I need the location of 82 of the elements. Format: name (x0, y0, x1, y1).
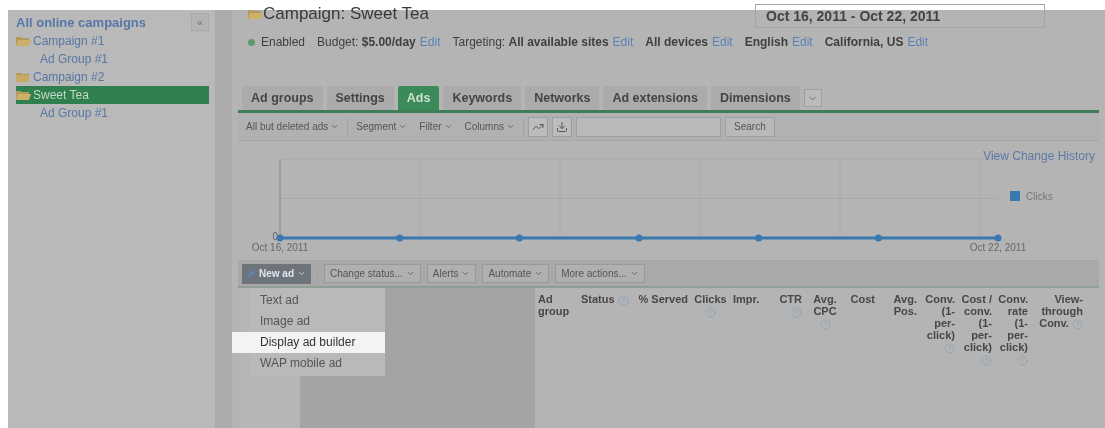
campaign-item[interactable]: Campaign #1 (16, 32, 209, 50)
search-button[interactable]: Search (725, 116, 775, 137)
caret-icon (534, 269, 544, 278)
column-header[interactable]: Cost / conv. (1-per-click) (958, 288, 995, 428)
legend-label: Clicks (1026, 191, 1053, 202)
column-header[interactable]: Ad group (535, 288, 578, 428)
column-header[interactable]: Cost (845, 288, 878, 428)
help-icon[interactable] (944, 342, 955, 354)
caret-icon (330, 122, 340, 131)
action-button[interactable]: Alerts (426, 264, 477, 283)
column-header[interactable]: Conv. (1-per-click) (920, 288, 958, 428)
help-icon[interactable] (791, 306, 802, 318)
setting-text: All devices (645, 35, 708, 49)
action-button[interactable]: More actions... (555, 264, 645, 283)
campaign-title: Campaign: Sweet Tea (263, 4, 429, 24)
open-folder-icon (16, 35, 31, 47)
column-header[interactable]: Status (578, 288, 635, 428)
search-field[interactable] (576, 116, 721, 137)
download-button[interactable] (552, 116, 572, 137)
column-header[interactable]: CTR (763, 288, 805, 428)
status-label: Enabled (261, 35, 306, 49)
tab[interactable]: Settings (326, 86, 394, 110)
caret-icon (398, 122, 408, 131)
date-range-field[interactable]: Oct 16, 2011 - Oct 22, 2011 (755, 4, 1045, 28)
collapse-button[interactable]: « (191, 13, 209, 31)
pencil-icon (247, 269, 256, 278)
tab[interactable]: Dimensions (710, 86, 800, 110)
filter-menu[interactable]: Segment (352, 121, 412, 132)
legend-swatch (1010, 191, 1020, 201)
folder-icon (16, 71, 31, 83)
menu-item[interactable]: WAP mobile ad (250, 353, 385, 374)
help-icon[interactable] (981, 354, 992, 366)
menu-item[interactable]: Text ad (250, 290, 385, 311)
campaign-item[interactable]: Sweet Tea (16, 86, 209, 104)
setting-text: Targeting: All available sites (452, 35, 609, 49)
help-icon[interactable] (705, 306, 716, 318)
setting-text: English (744, 35, 788, 49)
download-icon (556, 120, 568, 133)
ad-group-item[interactable]: Ad Group #1 (16, 50, 209, 68)
menu-item[interactable]: Image ad (250, 311, 385, 332)
ad-group-item[interactable]: Ad Group #1 (16, 104, 209, 122)
help-icon[interactable] (617, 294, 629, 306)
action-button[interactable]: Automate (482, 264, 550, 283)
new-ad-button[interactable]: New ad (242, 263, 311, 284)
caret-icon (405, 269, 415, 278)
filter-menu[interactable]: Columns (460, 121, 519, 132)
filter-menu[interactable]: Filter (415, 121, 457, 132)
open-folder-icon (248, 8, 263, 20)
tab[interactable]: Ads (397, 86, 440, 110)
x-axis-label: Oct 22, 2011 (969, 242, 1027, 253)
sidebar-title-link[interactable]: All online campaigns (16, 14, 147, 30)
column-header[interactable]: Impr. (730, 288, 763, 428)
more-tabs-button[interactable] (803, 89, 822, 107)
chart-toggle-button[interactable] (528, 116, 548, 137)
caret-icon (297, 269, 306, 278)
tab[interactable]: Networks (525, 86, 600, 110)
action-button[interactable]: Change status... (324, 264, 421, 283)
change-history-link[interactable]: View Change History (983, 149, 1095, 163)
column-header[interactable]: Clicks (691, 288, 730, 428)
filter-menu[interactable]: All but deleted ads (242, 121, 344, 132)
tab[interactable]: Keywords (443, 86, 522, 110)
column-header[interactable]: % Served (635, 288, 691, 428)
sidebar-splitter[interactable] (215, 10, 232, 428)
caret-icon (506, 122, 515, 131)
caret-icon (461, 269, 471, 278)
tab[interactable]: Ad extensions (603, 86, 707, 110)
x-axis-label: Oct 16, 2011 (251, 242, 309, 253)
caret-icon (443, 122, 453, 131)
setting-text: Budget: $5.00/day (317, 35, 416, 49)
column-header[interactable]: Avg. Pos. (878, 288, 920, 428)
column-header[interactable]: Avg. CPC (805, 288, 845, 428)
caret-icon (629, 269, 639, 278)
menu-item[interactable]: Display ad builder (232, 332, 385, 353)
help-icon[interactable] (1072, 318, 1083, 330)
campaign-item[interactable]: Campaign #2 (16, 68, 209, 86)
column-header[interactable]: Conv. rate (1-per-click) (995, 288, 1031, 428)
column-header[interactable]: View-through Conv. (1031, 288, 1086, 428)
tab[interactable]: Ad groups (242, 86, 323, 110)
help-icon[interactable] (819, 318, 831, 330)
help-icon[interactable] (1017, 354, 1028, 366)
open-folder-icon (16, 89, 31, 101)
setting-text: California, US (824, 35, 904, 49)
